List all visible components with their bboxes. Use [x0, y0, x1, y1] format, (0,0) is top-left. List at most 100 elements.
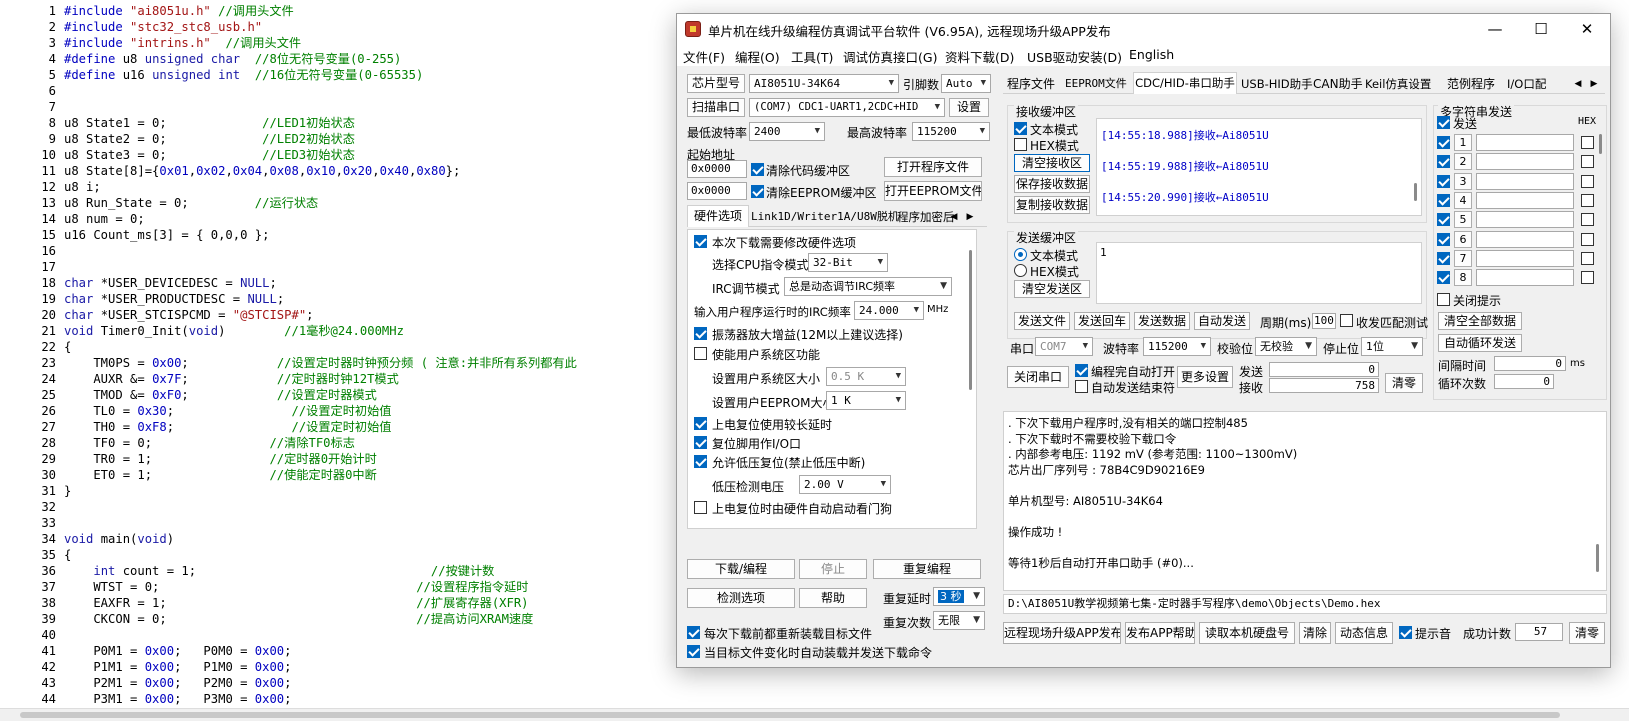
dynamic-info-button[interactable]: 动态信息 [1335, 622, 1393, 644]
maximize-button[interactable]: ☐ [1518, 14, 1564, 44]
multi-row-send-button[interactable]: 8 [1454, 269, 1472, 287]
irc-mode-select[interactable]: 总是动态调节IRC频率 ▼ [784, 277, 952, 296]
send-file-button[interactable]: 发送文件 [1014, 312, 1070, 330]
title-bar[interactable]: 单片机在线升级编程仿真调试平台软件 (V6.95A), 远程现场升级APP发布 … [677, 14, 1610, 44]
repeat-delay-select[interactable]: 3 秒 ▼ [933, 587, 985, 606]
multi-row-hex-checkbox[interactable] [1581, 271, 1594, 285]
open-eeprom-file-button[interactable]: 打开EEPROM文件 [884, 181, 982, 201]
auto-load-checkbox[interactable] [687, 645, 700, 658]
auto-send-button[interactable]: 自动发送 [1194, 312, 1250, 330]
multi-row-send-button[interactable]: 1 [1454, 134, 1472, 151]
eeprom-address-input[interactable]: 0x0000 [687, 182, 747, 200]
close-port-button[interactable]: 关闭串口 [1007, 366, 1069, 388]
period-input[interactable]: 100 [1312, 313, 1336, 329]
multi-row-text-input[interactable] [1476, 269, 1574, 287]
multi-row-send-button[interactable]: 2 [1454, 153, 1472, 171]
hw-options-scrollbar[interactable] [967, 250, 975, 400]
tab-serial-assistant[interactable]: CDC/HID-串口助手 [1133, 72, 1237, 94]
receive-scrollbar[interactable] [1412, 123, 1420, 211]
save-receive-button[interactable]: 保存接收数据 [1014, 175, 1090, 193]
tab-scroll-right-icon[interactable]: ▶ [1587, 74, 1601, 94]
match-test-checkbox[interactable] [1340, 314, 1353, 327]
multi-send-all-checkbox[interactable] [1437, 116, 1450, 129]
scrollbar-thumb[interactable] [1599, 134, 1602, 154]
multi-row-hex-checkbox[interactable] [1581, 155, 1594, 169]
scrollbar-thumb[interactable] [1414, 183, 1417, 201]
multi-row-send-button[interactable]: 7 [1454, 249, 1472, 267]
multi-row-send-button[interactable]: 4 [1454, 191, 1472, 209]
menu-english[interactable]: English [1129, 47, 1174, 62]
min-baud-select[interactable]: 2400 ▼ [749, 122, 825, 141]
beep-checkbox[interactable] [1399, 626, 1412, 639]
code-address-input[interactable]: 0x0000 [687, 160, 747, 178]
copy-receive-button[interactable]: 复制接收数据 [1014, 196, 1090, 214]
open-program-file-button[interactable]: 打开程序文件 [884, 157, 982, 177]
tab-can[interactable]: CAN助手 [1313, 74, 1363, 94]
close-tip-checkbox[interactable] [1437, 293, 1450, 306]
tab-scroll-left-icon[interactable]: ◀ [947, 207, 961, 227]
tab-hardware-options[interactable]: 硬件选项 [687, 205, 749, 227]
tab-offline-writer[interactable]: Link1D/Writer1A/U8W脱机 [751, 207, 899, 227]
stop-button[interactable]: 停止 [799, 559, 867, 579]
multi-row-text-input[interactable] [1476, 134, 1574, 151]
lv-detect-select[interactable]: 2.00 V ▼ [799, 475, 891, 494]
multi-row-text-input[interactable] [1476, 153, 1574, 171]
tab-program-file[interactable]: 程序文件 [1007, 74, 1055, 94]
baud-select[interactable]: 115200 ▼ [1143, 337, 1211, 356]
detect-options-button[interactable]: 检测选项 [687, 588, 795, 608]
scan-port-button[interactable]: 扫描串口 [687, 98, 745, 117]
port-select[interactable]: COM7 ▼ [1035, 337, 1093, 356]
stc-isp-window[interactable]: 单片机在线升级编程仿真调试平台软件 (V6.95A), 远程现场升级APP发布 … [676, 13, 1611, 668]
menu-download[interactable]: 资料下载(D) [945, 47, 1014, 66]
download-program-button[interactable]: 下载/编程 [687, 559, 795, 579]
multi-row-send-checkbox[interactable] [1437, 136, 1450, 149]
scrollbar-thumb[interactable] [1596, 544, 1599, 572]
close-button[interactable]: ✕ [1564, 14, 1610, 44]
clear-send-button[interactable]: 清空发送区 [1014, 280, 1090, 298]
send-hex-mode-radio[interactable] [1014, 264, 1027, 277]
multi-row-text-input[interactable] [1476, 172, 1574, 190]
tab-usb-hid[interactable]: USB-HID助手 [1241, 74, 1313, 94]
sys-size-select[interactable]: 0.5 K ▼ [826, 367, 906, 386]
multi-row-send-checkbox[interactable] [1437, 251, 1450, 265]
clear-log-button[interactable]: 清除 [1299, 622, 1331, 644]
publish-help-button[interactable]: 发布APP帮助 [1125, 622, 1195, 644]
tab-examples[interactable]: 范例程序 [1447, 74, 1495, 94]
multi-row-text-input[interactable] [1476, 191, 1574, 209]
multi-row-hex-checkbox[interactable] [1581, 251, 1594, 265]
interval-input[interactable]: 0 [1494, 356, 1566, 371]
recv-text-mode-checkbox[interactable] [1014, 122, 1027, 135]
clear-all-data-button[interactable]: 清空全部数据 [1438, 312, 1522, 330]
port-select[interactable]: (COM7) CDC1-UART1,2CDC+HID ▼ [749, 98, 945, 117]
tab-eeprom-file[interactable]: EEPROM文件 [1065, 74, 1127, 94]
auto-loop-send-button[interactable]: 自动循环发送 [1438, 334, 1522, 352]
modify-hw-checkbox[interactable] [694, 235, 707, 248]
multi-row-hex-checkbox[interactable] [1581, 213, 1594, 227]
tab-keil-settings[interactable]: Keil仿真设置 [1365, 74, 1431, 94]
minimize-button[interactable]: — [1472, 14, 1518, 44]
tab-scroll-left-icon[interactable]: ◀ [1571, 74, 1585, 94]
multi-row-send-button[interactable]: 5 [1454, 211, 1472, 229]
multi-row-text-input[interactable] [1476, 230, 1574, 248]
send-text-mode-radio[interactable] [1014, 248, 1027, 261]
clear-count-button[interactable]: 清零 [1385, 373, 1423, 393]
reload-checkbox[interactable] [687, 626, 700, 639]
clear-success-button[interactable]: 清零 [1569, 622, 1605, 644]
tab-encryption[interactable]: 程序加密后 [897, 207, 955, 227]
port-settings-button[interactable]: 设置 [949, 98, 989, 117]
code-line[interactable]: 44 P3M1 = 0x00; P3M0 = 0x00; [0, 691, 1629, 707]
menu-program[interactable]: 编程(O) [735, 47, 780, 66]
more-settings-button[interactable]: 更多设置 [1177, 366, 1233, 388]
multi-row-send-checkbox[interactable] [1437, 232, 1450, 246]
recv-hex-mode-checkbox[interactable] [1014, 138, 1027, 151]
loops-input[interactable]: 0 [1494, 374, 1554, 389]
cpu-mode-select[interactable]: 32-Bit ▼ [808, 253, 888, 272]
eeprom-size-select[interactable]: 1 K ▼ [826, 391, 906, 410]
menu-file[interactable]: 文件(F) [683, 47, 725, 66]
multi-row-hex-checkbox[interactable] [1581, 174, 1594, 188]
send-data-button[interactable]: 发送数据 [1134, 312, 1190, 330]
menu-usb-driver[interactable]: USB驱动安装(D) [1027, 47, 1122, 66]
tab-scroll-right-icon[interactable]: ▶ [963, 207, 977, 227]
multi-row-send-checkbox[interactable] [1437, 271, 1450, 285]
log-output[interactable]: . 下次下载用户程序时,没有相关的端口控制485. 下次下载时不需要校验下载口令… [1003, 411, 1607, 591]
